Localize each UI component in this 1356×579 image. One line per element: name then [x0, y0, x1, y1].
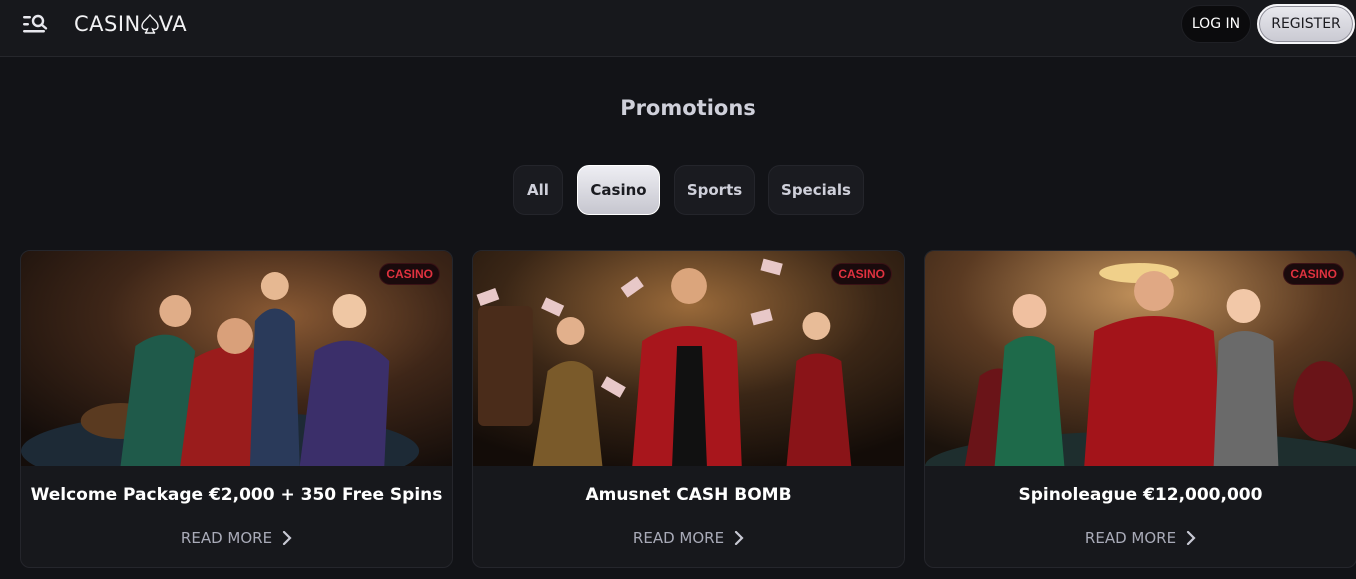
read-more-link[interactable]: READ MORE [21, 529, 452, 547]
read-more-label: READ MORE [632, 529, 725, 547]
read-more-label: READ MORE [180, 529, 273, 547]
read-more-label: READ MORE [1084, 529, 1177, 547]
read-more-link[interactable]: READ MORE [473, 529, 904, 547]
tab-sports[interactable]: Sports [674, 165, 755, 215]
logo-text-right: VA [158, 12, 188, 36]
promo-card[interactable]: CASINO Welcome Package €2,000 + 350 Free… [20, 250, 453, 568]
register-button[interactable]: REGISTER [1257, 4, 1355, 44]
tab-all[interactable]: All [513, 165, 563, 215]
promo-image: CASINO [473, 251, 904, 466]
top-header: CASIN VA LOG IN REGISTER [0, 0, 1356, 57]
promo-title: Welcome Package €2,000 + 350 Free Spins [30, 485, 443, 505]
category-badge: CASINO [831, 263, 892, 285]
spade-icon [141, 13, 159, 34]
promo-image: CASINO [925, 251, 1356, 466]
casinova-logo[interactable]: CASIN VA [74, 11, 187, 37]
chevron-right-icon [734, 531, 744, 545]
promo-title: Spinoleague €12,000,000 [1018, 485, 1263, 505]
read-more-link[interactable]: READ MORE [925, 529, 1356, 547]
promo-card[interactable]: CASINO Spinoleague €12,000,000 READ MORE [924, 250, 1356, 568]
logo-text-left: CASIN [74, 12, 141, 36]
login-button[interactable]: LOG IN [1181, 5, 1251, 43]
menu-search-icon[interactable] [21, 13, 49, 37]
tab-specials[interactable]: Specials [768, 165, 864, 215]
chevron-right-icon [1186, 531, 1196, 545]
chevron-right-icon [282, 531, 292, 545]
promo-card[interactable]: CASINO Amusnet CASH BOMB READ MORE [472, 250, 905, 568]
promo-title: Amusnet CASH BOMB [585, 485, 792, 505]
page-title: Promotions [620, 96, 756, 120]
category-badge: CASINO [1283, 263, 1344, 285]
tab-casino[interactable]: Casino [577, 165, 660, 215]
category-badge: CASINO [379, 263, 440, 285]
promo-image: CASINO [21, 251, 452, 466]
